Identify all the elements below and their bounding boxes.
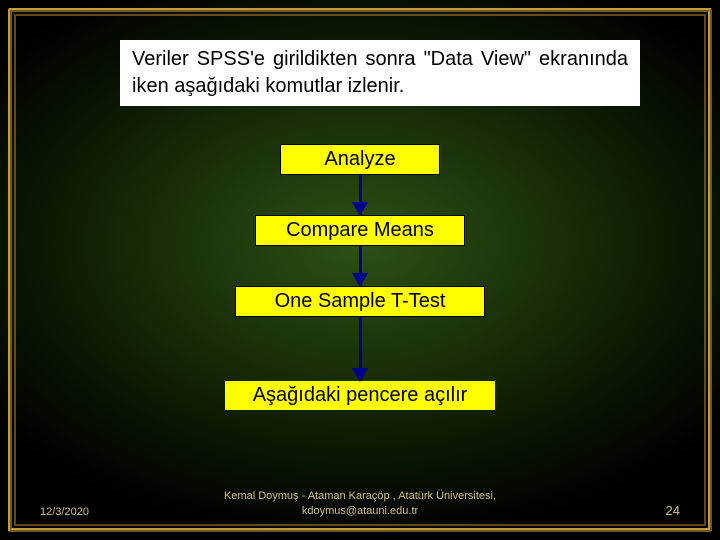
step-one-sample-ttest: One Sample T-Test [235,286,485,317]
footer-author: Kemal Doymuş - Ataman Karaçöp , Atatürk … [190,489,530,518]
arrow-icon [359,317,362,381]
intro-text: Veriler SPSS'e girildikten sonra "Data V… [120,40,640,106]
step-analyze: Analyze [280,144,440,175]
step-result: Aşağıdaki pencere açılır [225,381,495,410]
arrow-icon [359,175,362,215]
footer-page-number: 24 [530,503,680,518]
slide-footer: 12/3/2020 Kemal Doymuş - Ataman Karaçöp … [0,489,720,518]
footer-date: 12/3/2020 [40,506,190,518]
arrow-icon [359,246,362,286]
slide: Veriler SPSS'e girildikten sonra "Data V… [0,0,720,540]
slide-content: Veriler SPSS'e girildikten sonra "Data V… [0,0,720,540]
step-compare-means: Compare Means [255,215,465,246]
